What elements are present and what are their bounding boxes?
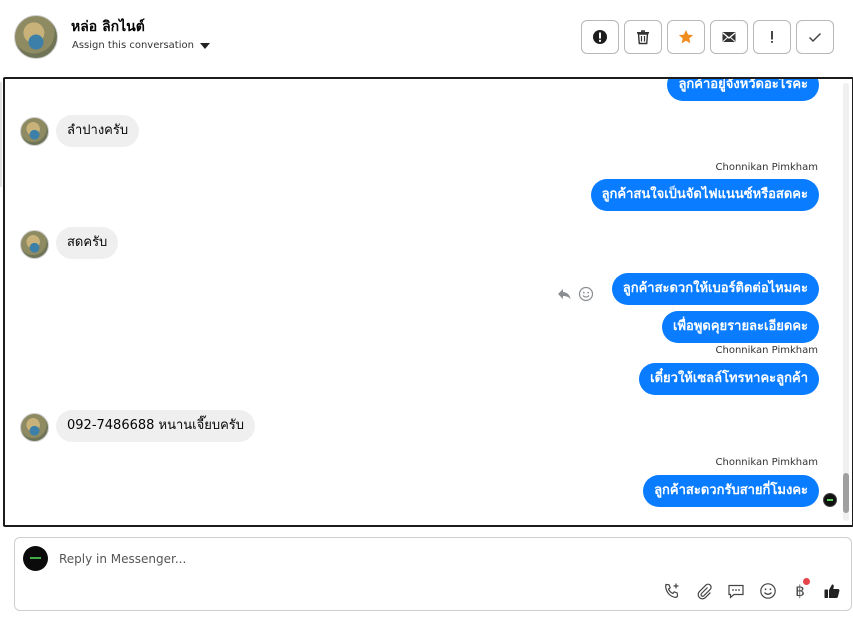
assign-label: Assign this conversation <box>72 40 194 51</box>
payment-button[interactable]: ฿ <box>790 578 810 601</box>
thread-scrollbar[interactable] <box>842 79 850 525</box>
message-bubble-outgoing[interactable]: ลูกค้าสนใจเป็นจัดไฟแนนซ์หรือสดคะ <box>590 179 819 211</box>
contact-name[interactable]: หล่อ ลิกไนต์ <box>71 16 145 38</box>
page-avatar <box>23 546 48 571</box>
mark-unread-button[interactable] <box>710 20 748 54</box>
attach-button[interactable] <box>694 581 714 601</box>
paperclip-icon <box>697 583 712 600</box>
contact-avatar-small <box>20 230 49 259</box>
left-divider <box>0 82 2 187</box>
sender-name: Chonnikan Pimkham <box>715 345 818 356</box>
message-bubble-incoming[interactable]: 092-7486688 หนานเจี๊ยบครับ <box>56 410 256 442</box>
message-hover-tools <box>556 286 594 302</box>
seen-avatar-icon <box>823 493 837 507</box>
contact-avatar-small <box>20 117 49 146</box>
phone-plus-icon <box>665 583 679 598</box>
notification-dot <box>803 578 810 585</box>
like-button[interactable] <box>822 581 842 601</box>
mark-done-button[interactable] <box>796 20 834 54</box>
message-bubble-outgoing[interactable]: เดี๋ยวให้เซลล์โทรหาคะลูกค้า <box>639 363 819 395</box>
message-bubble-outgoing[interactable]: เพื่อพูดคุยรายละเอียดคะ <box>662 311 819 343</box>
star-icon <box>678 30 694 44</box>
sender-name: Chonnikan Pimkham <box>715 457 818 468</box>
follow-up-button[interactable] <box>753 20 791 54</box>
scrollbar-track[interactable] <box>843 83 849 521</box>
saved-replies-button[interactable] <box>726 581 746 601</box>
reply-arrow-icon[interactable] <box>556 286 572 302</box>
message-bubble-outgoing[interactable]: ลูกค้าสะดวกรับสายกี่โมงคะ <box>643 475 819 507</box>
exclamation-icon <box>771 31 773 43</box>
delete-button[interactable] <box>624 20 662 54</box>
composer-toolbar: ฿ <box>662 578 842 601</box>
reply-composer: ฿ <box>14 537 852 611</box>
baht-icon: ฿ <box>795 582 805 600</box>
message-bubble-incoming[interactable]: สดครับ <box>56 227 119 259</box>
react-smiley-icon[interactable] <box>578 286 594 302</box>
message-bubble-incoming[interactable]: ลำปางครับ <box>56 115 140 147</box>
message-bubble-outgoing[interactable]: ลูกค้าสะดวกให้เบอร์ติดต่อไหมคะ <box>611 273 819 305</box>
conversation-header: หล่อ ลิกไนต์ Assign this conversation <box>0 0 853 77</box>
reply-input[interactable] <box>59 549 759 569</box>
action-toolbar <box>581 20 834 54</box>
chat-bubble-icon <box>728 584 744 599</box>
message-thread[interactable]: ลูกค้าอยู่จังหวัดอะไรคะ ลำปางครับ Chonni… <box>3 77 853 527</box>
contact-avatar-small <box>20 413 49 442</box>
message-bubble-outgoing[interactable]: ลูกค้าอยู่จังหวัดอะไรคะ <box>667 79 819 101</box>
contact-avatar[interactable] <box>14 15 58 59</box>
trash-icon <box>637 30 649 45</box>
mark-spam-button[interactable] <box>581 20 619 54</box>
smiley-icon <box>760 583 776 599</box>
scrollbar-thumb[interactable] <box>843 473 849 513</box>
alert-circle-icon <box>593 30 607 44</box>
thumbs-up-icon <box>824 584 840 598</box>
assign-conversation-dropdown[interactable]: Assign this conversation <box>72 40 210 51</box>
envelope-icon <box>722 32 736 42</box>
emoji-button[interactable] <box>758 581 778 601</box>
star-button[interactable] <box>667 20 705 54</box>
check-icon <box>808 32 822 43</box>
sender-name: Chonnikan Pimkham <box>715 162 818 173</box>
call-button[interactable] <box>662 581 682 601</box>
caret-down-icon <box>199 43 210 49</box>
